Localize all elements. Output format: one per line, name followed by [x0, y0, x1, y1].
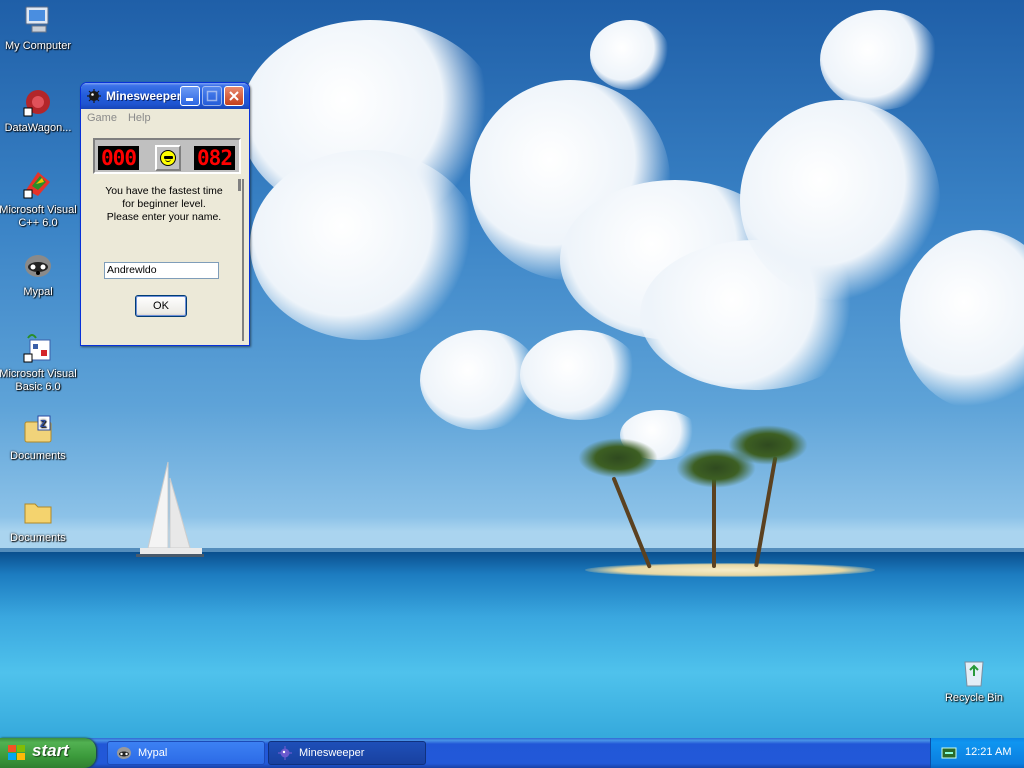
mypal-icon — [22, 250, 54, 282]
message-line: for beginner level. — [122, 198, 206, 210]
window-titlebar[interactable]: Minesweeper — [81, 83, 249, 109]
desktop-icon-my-computer[interactable]: My Computer — [0, 4, 80, 53]
smiley-face-icon — [160, 150, 176, 166]
sailboat — [136, 461, 204, 557]
system-tray: 12:21 AM — [930, 738, 1024, 768]
folder-icon — [22, 496, 54, 528]
mine-counter: 000 — [98, 146, 139, 170]
cloud — [820, 10, 940, 110]
palm-leaves — [578, 438, 658, 478]
close-icon — [229, 91, 239, 101]
desktop-icon-label: Mypal — [23, 286, 53, 298]
desktop-icon-label: Recycle Bin — [944, 692, 1004, 704]
island — [585, 563, 875, 577]
minimize-button[interactable] — [180, 86, 200, 106]
sea — [0, 552, 1024, 738]
taskbar: start Mypal Minesweeper 12:21 AM — [0, 738, 1024, 768]
clock[interactable]: 12:21 AM — [965, 746, 1011, 758]
message-line: Please enter your name. — [106, 211, 222, 223]
taskbar-item-label: Minesweeper — [299, 747, 365, 759]
taskbar-item-minesweeper[interactable]: Minesweeper — [268, 741, 426, 765]
window-title: Minesweeper — [106, 89, 182, 103]
minesweeper-icon — [278, 746, 292, 760]
cloud — [250, 150, 480, 340]
maximize-icon — [206, 90, 218, 102]
smiley-button[interactable] — [155, 145, 181, 171]
desktop-icon-documents[interactable]: Documents — [0, 496, 80, 545]
mine-icon — [87, 89, 101, 103]
start-label: start — [32, 741, 69, 760]
status-panel: 000 082 — [93, 138, 241, 174]
minesweeper-window: Minesweeper Game Help 000 082 You have th… — [80, 82, 250, 346]
visual-basic-icon — [22, 332, 54, 364]
desktop-icon-mypal[interactable]: Mypal — [0, 250, 80, 299]
cloud — [590, 20, 670, 90]
network-icon[interactable] — [941, 745, 957, 761]
desktop-icon-label: My Computer — [4, 40, 72, 52]
desktop-icon-label: DataWagon... — [4, 122, 72, 134]
maximize-button[interactable] — [202, 86, 222, 106]
timer: 082 — [194, 146, 235, 170]
my-computer-icon — [22, 4, 54, 36]
menu-bar: Game Help — [81, 109, 247, 129]
zip-folder-icon: Z — [22, 414, 54, 446]
desktop-icon-label: Documents — [10, 532, 66, 544]
cloud — [740, 100, 940, 300]
recycle-bin-icon — [958, 656, 990, 688]
desktop-icon-visual-basic[interactable]: Microsoft Visual Basic 6.0 — [0, 332, 80, 394]
desktop-icon-visual-cpp[interactable]: Microsoft Visual C++ 6.0 — [0, 168, 80, 230]
menu-game[interactable]: Game — [81, 109, 122, 124]
start-button[interactable]: start — [0, 738, 96, 768]
mypal-icon — [117, 747, 131, 759]
best-time-dialog: You have the fastest time for beginner l… — [86, 179, 244, 341]
scrollbar-fragment — [238, 179, 241, 191]
desktop-icon-label: Documents — [10, 450, 66, 462]
datawagon-icon — [22, 86, 54, 118]
ok-button[interactable]: OK — [135, 295, 187, 317]
message-line: You have the fastest time — [105, 185, 223, 197]
minimize-icon — [186, 98, 193, 101]
desktop-icon-recycle-bin[interactable]: Recycle Bin — [932, 656, 1016, 705]
palm-leaves — [728, 425, 808, 465]
desktop-icon-documents-zip[interactable]: Z Documents — [0, 414, 80, 463]
close-button[interactable] — [224, 86, 244, 106]
taskbar-item-mypal[interactable]: Mypal — [107, 741, 265, 765]
name-input[interactable]: Andrewldo — [104, 262, 219, 279]
desktop-icon-label: Microsoft Visual Basic 6.0 — [0, 368, 77, 393]
visual-cpp-icon — [22, 168, 54, 200]
desktop-icon-datawagon[interactable]: DataWagon... — [0, 86, 80, 135]
dialog-message: You have the fastest time for beginner l… — [86, 185, 242, 224]
windows-logo-icon — [8, 745, 25, 760]
cloud — [520, 330, 640, 420]
menu-help[interactable]: Help — [122, 109, 156, 124]
svg-text:Z: Z — [40, 419, 46, 430]
desktop-icon-label: Microsoft Visual C++ 6.0 — [0, 204, 77, 229]
taskbar-item-label: Mypal — [138, 747, 168, 759]
